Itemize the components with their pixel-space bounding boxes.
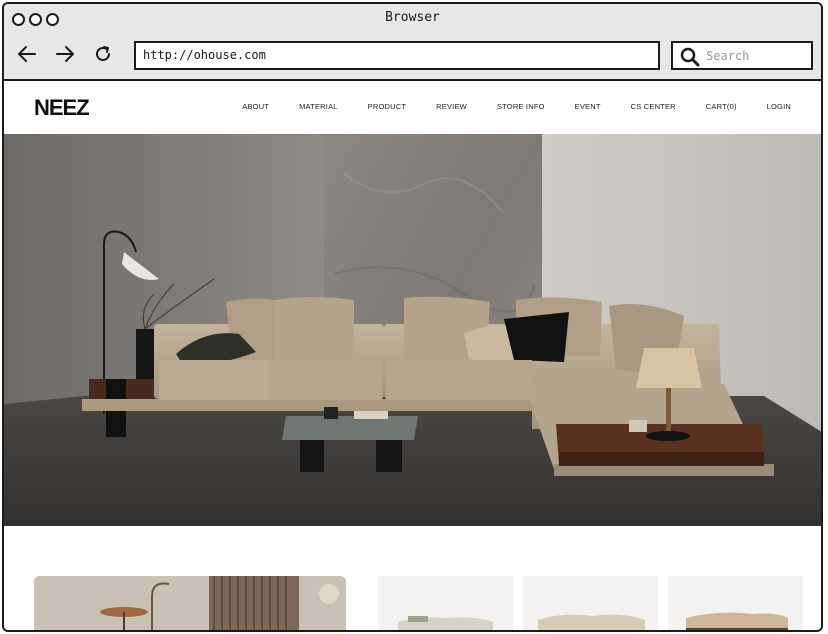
forward-button[interactable] bbox=[54, 43, 76, 65]
product-card-2[interactable] bbox=[523, 576, 658, 630]
menu-review[interactable]: REVIEW bbox=[436, 102, 467, 111]
menu-product[interactable]: PRODUCT bbox=[368, 102, 406, 111]
search-icon bbox=[680, 47, 700, 67]
site-logo[interactable]: NEEZ bbox=[34, 96, 114, 118]
browser-chrome: Browser http://ohouse.com Search bbox=[4, 4, 821, 81]
reload-icon bbox=[96, 46, 110, 61]
main-menu: ABOUT MATERIAL PRODUCT REVIEW STORE INFO… bbox=[212, 102, 791, 111]
menu-about[interactable]: ABOUT bbox=[242, 102, 269, 111]
search-box[interactable]: Search bbox=[671, 41, 813, 70]
hero-banner bbox=[4, 134, 821, 526]
search-placeholder: Search bbox=[706, 49, 750, 63]
reload-button[interactable] bbox=[92, 43, 114, 65]
svg-text:NEEZ: NEEZ bbox=[34, 96, 89, 118]
product-image-2 bbox=[523, 576, 658, 630]
address-text: http://ohouse.com bbox=[143, 48, 266, 62]
menu-cart[interactable]: CART(0) bbox=[706, 102, 737, 111]
menu-material[interactable]: MATERIAL bbox=[299, 102, 338, 111]
product-card-3[interactable] bbox=[668, 576, 803, 630]
menu-store-info[interactable]: STORE INFO bbox=[497, 102, 545, 111]
product-card-1[interactable] bbox=[378, 576, 513, 630]
product-image-3 bbox=[668, 576, 803, 630]
product-strip bbox=[4, 576, 821, 630]
menu-login[interactable]: LOGIN bbox=[767, 102, 791, 111]
product-image-1 bbox=[378, 576, 513, 630]
browser-window: Browser http://ohouse.com Search NEEZ AB… bbox=[2, 2, 823, 632]
hero-image bbox=[4, 134, 821, 526]
address-bar[interactable]: http://ohouse.com bbox=[134, 41, 660, 70]
menu-cs-center[interactable]: CS CENTER bbox=[631, 102, 676, 111]
web-page: NEEZ ABOUT MATERIAL PRODUCT REVIEW STORE… bbox=[4, 81, 821, 630]
window-title: Browser bbox=[385, 10, 440, 25]
featured-product-image bbox=[34, 576, 346, 630]
featured-product-card[interactable] bbox=[34, 576, 346, 630]
menu-event[interactable]: EVENT bbox=[575, 102, 601, 111]
back-arrow-icon bbox=[18, 46, 36, 62]
back-button[interactable] bbox=[16, 43, 38, 65]
site-header: NEEZ ABOUT MATERIAL PRODUCT REVIEW STORE… bbox=[4, 81, 821, 134]
forward-arrow-icon bbox=[56, 46, 74, 62]
